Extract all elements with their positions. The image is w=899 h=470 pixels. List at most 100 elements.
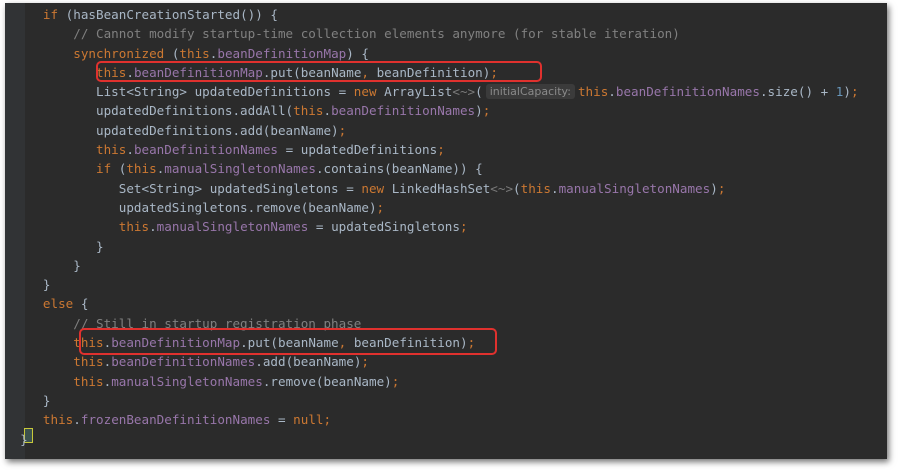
code-token: manualSingletonNames (558, 180, 711, 196)
code-token: beanDefinitionMap (217, 45, 347, 61)
code-token: List<String> updatedDefinitions = (96, 84, 354, 100)
code-token: <~> (452, 84, 476, 100)
code-token: this (179, 45, 210, 61)
code-token: } (73, 257, 81, 273)
code-token: <~> (490, 180, 514, 196)
code-token: ; (338, 122, 347, 138)
code-token: this (73, 354, 104, 370)
code-token: .size() + (759, 84, 836, 100)
code-line[interactable]: this.frozenBeanDefinitionNames = null; (5, 410, 859, 429)
code-token: } (42, 392, 51, 408)
code-token: . (323, 103, 332, 119)
code-token: manualSingletonNames (156, 219, 309, 235)
code-line[interactable]: updatedDefinitions.add(beanName); (5, 121, 859, 140)
code-token: .remove(beanName) (262, 373, 392, 389)
code-token: updatedDefinitions.addAll( (96, 103, 294, 119)
code-token: manualSingletonNames (111, 373, 263, 389)
code-line[interactable]: this.beanDefinitionNames.add(beanName); (5, 352, 859, 371)
code-token: (hasBeanCreationStarted()) { (58, 7, 278, 22)
code-token: frozenBeanDefinitionNames (80, 412, 271, 428)
parameter-hint: initialCapacity: (485, 84, 575, 100)
code-line[interactable]: this.beanDefinitionNames = updatedDefini… (5, 140, 859, 159)
code-token: ) (843, 84, 851, 100)
code-line[interactable]: updatedDefinitions.addAll(this.beanDefin… (5, 101, 859, 120)
code-line[interactable]: this.manualSingletonNames = updatedSingl… (5, 217, 859, 236)
code-token: this (520, 180, 551, 196)
code-line[interactable]: } (5, 275, 859, 294)
code-line[interactable]: } (5, 237, 859, 256)
highlight-box-else-put (79, 328, 497, 355)
code-token: this (42, 412, 74, 428)
code-token: ; (437, 142, 445, 158)
code-token: this (293, 103, 324, 119)
code-line[interactable]: } (5, 256, 859, 275)
code-token: new (361, 180, 385, 196)
code-token: ; (361, 354, 369, 370)
code-token: ; (391, 373, 400, 389)
code-token: beanDefinitionNames (331, 103, 476, 119)
code-token: { (73, 296, 89, 312)
code-token: this (96, 142, 127, 158)
code-token: null (293, 412, 324, 428)
code-line[interactable]: } (5, 430, 859, 449)
code-token: ) (710, 180, 718, 196)
code-token: ; (482, 103, 491, 119)
code-token: if (42, 7, 59, 22)
code-token: this (73, 373, 104, 389)
code-token: beanDefinitionNames (615, 84, 760, 100)
code-line[interactable]: if (this.manualSingletonNames.contains(b… (5, 159, 859, 178)
code-token: = (270, 412, 294, 428)
code-token: ( (164, 45, 180, 61)
code-line[interactable]: else { (5, 294, 859, 313)
code-token: updatedDefinitions.add(beanName) (96, 122, 339, 138)
code-line[interactable]: if (hasBeanCreationStarted()) { (5, 5, 859, 24)
code-token: if (96, 161, 112, 177)
code-token: new (353, 84, 377, 100)
code-editor[interactable]: if (hasBeanCreationStarted()) { // Canno… (5, 3, 887, 459)
code-token: ; (717, 180, 726, 196)
code-line[interactable]: // Cannot modify startup-time collection… (5, 24, 859, 43)
code-line[interactable]: this.manualSingletonNames.remove(beanNam… (5, 372, 859, 391)
code-token: ) { (346, 45, 370, 61)
code-token: manualSingletonNames (164, 161, 316, 177)
code-token: LinkedHashSet (384, 180, 491, 196)
code-token: Set<String> updatedSingletons = (118, 180, 362, 196)
code-token: . (608, 84, 616, 100)
code-token: . (126, 142, 134, 158)
highlight-box-synchronized-put (96, 61, 542, 82)
code-line[interactable]: updatedSingletons.remove(beanName); (5, 198, 859, 217)
code-token: ArrayList (376, 84, 453, 100)
code-token: ; (323, 412, 332, 428)
code-token: ; (376, 199, 385, 215)
code-token: } (20, 431, 28, 447)
code-token: this (577, 84, 609, 100)
code-token: ( (513, 180, 521, 196)
code-line[interactable]: } (5, 391, 859, 410)
code-line[interactable]: List<String> updatedDefinitions = new Ar… (5, 82, 859, 101)
code-line[interactable]: Set<String> updatedSingletons = new Link… (5, 179, 859, 198)
code-token: updatedSingletons.remove(beanName) (118, 199, 377, 215)
code-line[interactable]: synchronized (this.beanDefinitionMap) { (5, 44, 859, 63)
code-token: = updatedSingletons (308, 219, 460, 235)
code-token: ( (475, 84, 483, 100)
code-token: .contains(beanName)) { (315, 161, 483, 177)
